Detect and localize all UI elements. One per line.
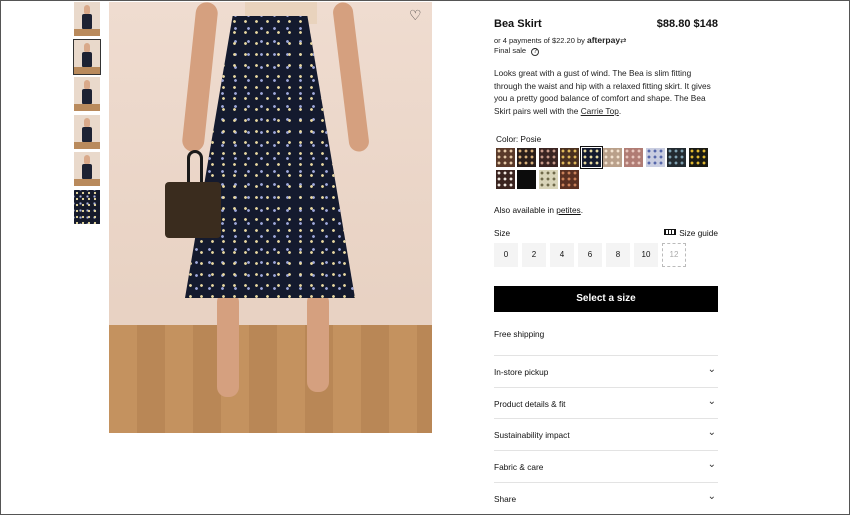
gallery-thumbnail-2[interactable] <box>73 38 101 75</box>
swatch-pattern <box>538 170 558 189</box>
size-label: Size <box>494 228 511 238</box>
color-swatches <box>496 146 718 192</box>
swatch-pattern <box>560 170 580 189</box>
original-price: $148 <box>693 18 718 30</box>
accordion-in-store-pickup[interactable]: In-store pickup ⌄ <box>494 355 718 387</box>
availability-text: Also available in <box>494 205 557 215</box>
chevron-down-icon: ⌄ <box>707 459 716 471</box>
product-title: Bea Skirt <box>494 18 542 30</box>
gallery-thumbnail-3[interactable] <box>74 77 100 111</box>
accordion-label: Share <box>494 493 517 504</box>
accordion-label: Sustainability impact <box>494 430 570 441</box>
description-end: . <box>618 105 622 116</box>
model-leg-right <box>307 292 329 392</box>
color-swatch-6[interactable] <box>602 148 622 167</box>
size-option-8[interactable]: 8 <box>606 243 630 267</box>
ruler-icon <box>664 229 677 235</box>
size-option-4[interactable]: 4 <box>550 243 574 267</box>
color-swatch-8[interactable] <box>645 148 665 167</box>
page-frame: ♡ Bea Skirt $88.80 $148 or 4 payments of… <box>0 0 850 515</box>
accordion-sustainability-impact[interactable]: Sustainability impact ⌄ <box>494 418 718 450</box>
size-option-0[interactable]: 0 <box>494 243 518 267</box>
size-options: 0 2 4 6 8 10 12 <box>494 243 690 267</box>
model-arm-right <box>331 2 371 153</box>
size-option-12: 12 <box>662 243 686 267</box>
afterpay-logo[interactable]: afterpay <box>587 35 620 45</box>
final-sale-note: Final sale ? <box>494 46 540 56</box>
size-option-10[interactable]: 10 <box>634 243 658 267</box>
color-swatch-12[interactable] <box>517 170 537 189</box>
availability-end: . <box>580 205 584 215</box>
gallery-thumbnail-4[interactable] <box>74 114 100 149</box>
chevron-down-icon: ⌄ <box>707 395 716 407</box>
color-swatch-5[interactable] <box>579 146 603 169</box>
product-main-image[interactable] <box>109 2 432 433</box>
color-swatch-14[interactable] <box>560 170 580 189</box>
carrie-top-link[interactable]: Carrie Top <box>581 106 619 116</box>
gallery-thumbnail-6[interactable] <box>74 189 100 224</box>
chevron-down-icon: ⌄ <box>707 427 716 439</box>
swatch-pattern <box>624 148 644 167</box>
wicker-bag <box>165 182 221 238</box>
color-swatch-7[interactable] <box>624 148 644 167</box>
accordion-label: In-store pickup <box>494 367 549 377</box>
swatch-pattern <box>517 170 537 189</box>
swatch-pattern <box>560 148 580 167</box>
wood-floor <box>109 325 432 433</box>
accordion-label: Product details & fit <box>494 398 566 409</box>
installment-text: or 4 payments of $22.20 by <box>494 36 585 45</box>
color-swatch-10[interactable] <box>688 148 708 167</box>
select-size-button[interactable]: Select a size <box>494 286 718 312</box>
chevron-down-icon: ⌄ <box>707 364 716 375</box>
color-swatch-1[interactable] <box>496 148 515 167</box>
color-swatch-2[interactable] <box>517 148 537 167</box>
swatch-pattern <box>581 148 601 167</box>
size-option-6[interactable]: 6 <box>578 243 602 267</box>
installment-info: or 4 payments of $22.20 by afterpay⇄ <box>494 35 626 45</box>
swatch-pattern <box>517 148 537 167</box>
model-leg-left <box>217 292 239 397</box>
accordion-product-details-fit[interactable]: Product details & fit ⌄ <box>494 386 718 419</box>
color-swatch-11[interactable] <box>496 170 515 189</box>
swatch-pattern <box>667 148 687 167</box>
swatch-pattern <box>645 148 665 167</box>
info-icon[interactable]: ? <box>531 48 540 56</box>
gallery-thumbnail-1[interactable] <box>74 2 100 36</box>
accordion-label: Fabric & care <box>494 462 544 473</box>
color-label: Color: Posie <box>496 134 542 144</box>
thumbnail-gallery <box>73 2 102 227</box>
color-swatch-9[interactable] <box>667 148 687 167</box>
product-price: $88.80 $148 <box>657 18 718 30</box>
swatch-pattern <box>496 170 515 189</box>
sale-price: $88.80 <box>656 18 691 30</box>
color-swatch-3[interactable] <box>538 148 558 167</box>
color-swatch-13[interactable] <box>538 170 558 189</box>
swatch-pattern <box>496 148 515 167</box>
availability-note: Also available in petites. <box>494 205 583 215</box>
swatch-pattern <box>688 148 708 167</box>
petites-link[interactable]: petites <box>556 205 580 215</box>
accordion-fabric-care[interactable]: Fabric & care ⌄ <box>494 450 718 482</box>
model-arm-left <box>181 2 219 153</box>
size-guide-link[interactable]: Size guide <box>664 228 718 238</box>
gallery-thumbnail-5[interactable] <box>74 152 100 186</box>
size-guide-label: Size guide <box>679 228 718 238</box>
chevron-down-icon: ⌄ <box>707 490 716 502</box>
afterpay-icon: ⇄ <box>620 36 627 45</box>
bag-handle <box>187 150 203 186</box>
color-swatch-4[interactable] <box>560 148 580 167</box>
accordion-share[interactable]: Share ⌄ <box>494 481 718 514</box>
swatch-pattern <box>602 148 622 167</box>
free-shipping-text: Free shipping <box>494 329 545 339</box>
swatch-pattern <box>538 148 558 167</box>
final-sale-label: Final sale <box>494 46 527 55</box>
product-description: Looks great with a gust of wind. The Bea… <box>494 67 718 117</box>
wishlist-heart-icon[interactable]: ♡ <box>409 8 423 22</box>
size-option-2[interactable]: 2 <box>522 243 546 267</box>
